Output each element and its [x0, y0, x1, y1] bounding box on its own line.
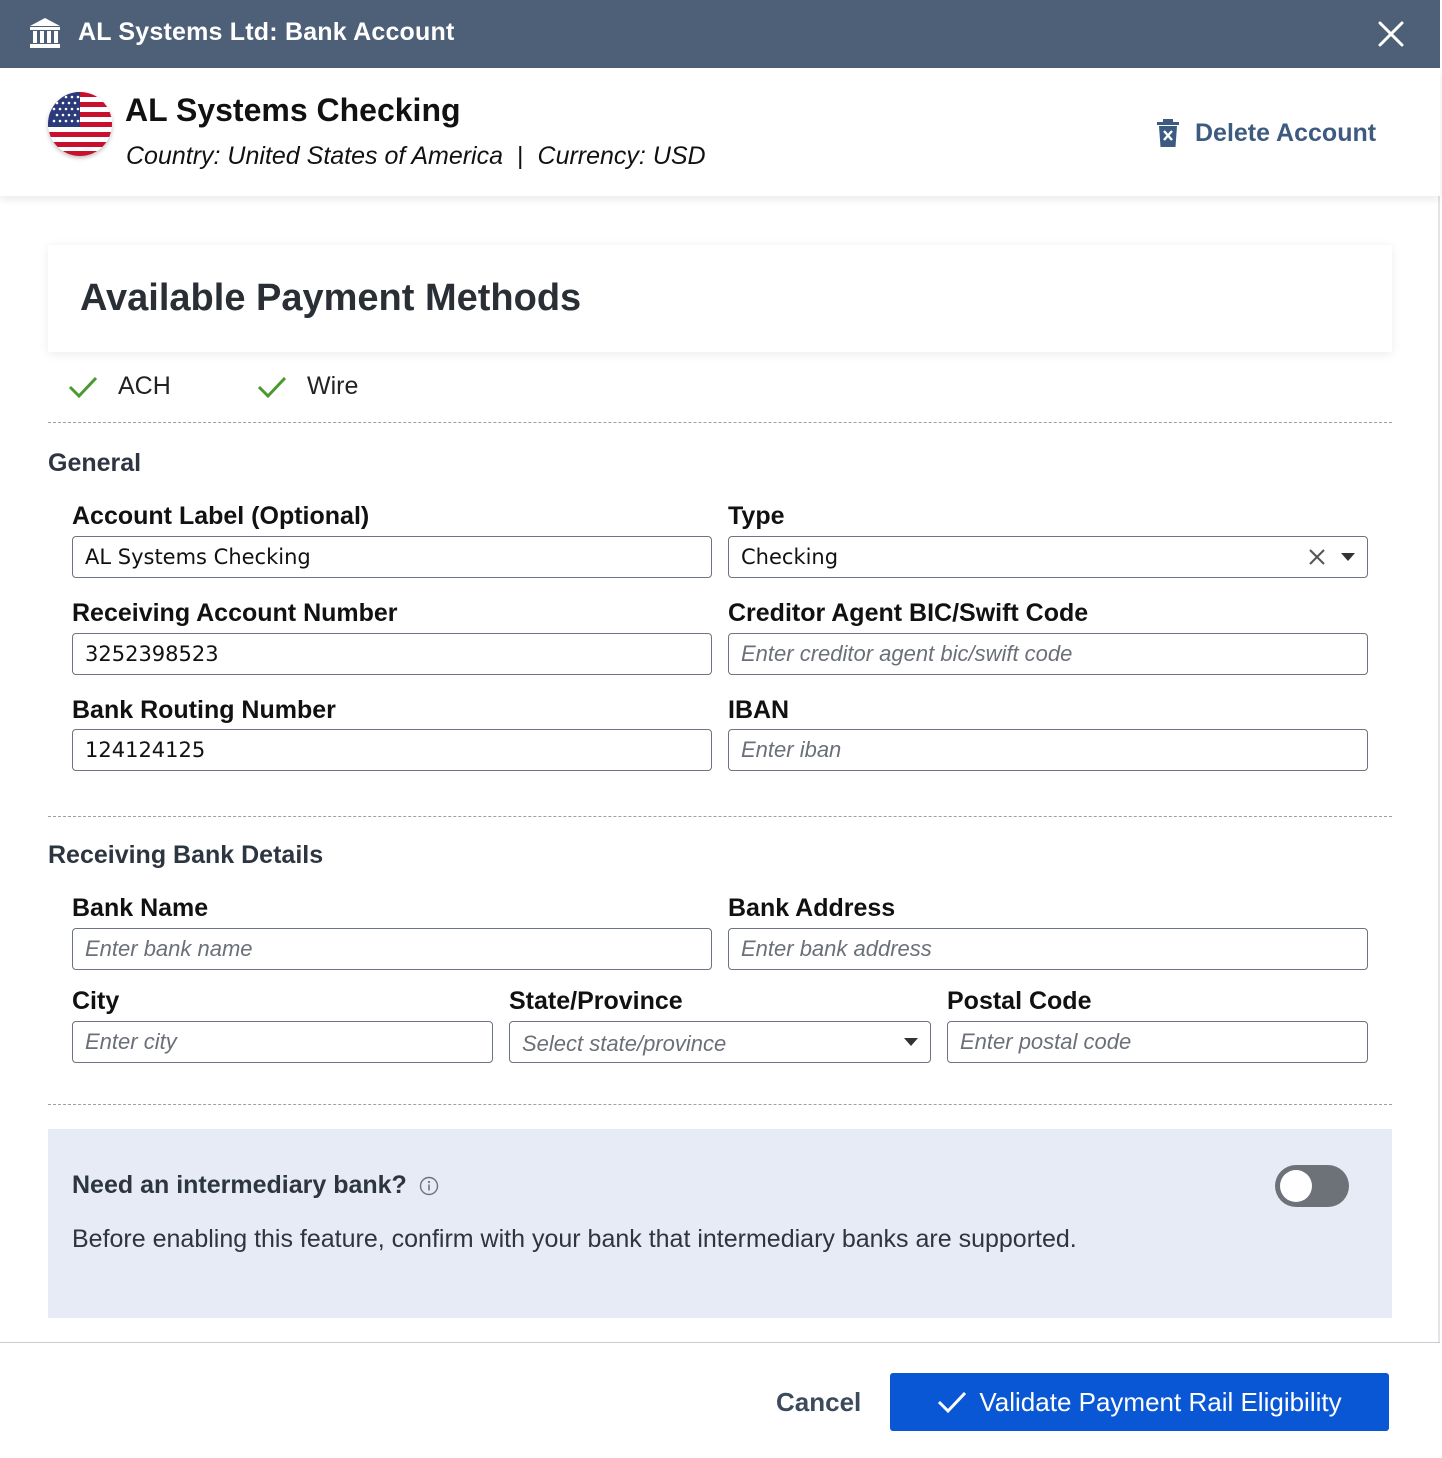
iban-field[interactable]: [728, 729, 1368, 771]
validate-button-label: Validate Payment Rail Eligibility: [979, 1386, 1342, 1417]
delete-account-label: Delete Account: [1195, 118, 1377, 147]
trash-icon: [1157, 119, 1179, 147]
postal-label: Postal Code: [947, 987, 1092, 1015]
account-label-input[interactable]: [73, 537, 711, 577]
check-icon: [68, 376, 98, 398]
bank-address-label: Bank Address: [728, 894, 896, 922]
payment-methods-heading: Available Payment Methods: [80, 277, 582, 319]
account-country: Country: United States of America: [126, 142, 504, 170]
section-divider: [48, 422, 1392, 423]
modal-title-bar: AL Systems Ltd: Bank Account: [0, 0, 1440, 68]
bank-account-modal: AL Systems Ltd: Bank Account AL Systems …: [0, 0, 1440, 1458]
info-icon[interactable]: [419, 1176, 439, 1196]
account-label-label: Account Label (Optional): [72, 502, 370, 530]
chevron-down-icon[interactable]: [904, 1038, 918, 1046]
intermediary-description: Before enabling this feature, confirm wi…: [72, 1225, 1077, 1253]
payment-method-label: Wire: [307, 372, 359, 400]
payment-method-label: ACH: [118, 372, 171, 400]
bank-name-label: Bank Name: [72, 894, 209, 922]
state-placeholder: Select state/province: [522, 1031, 727, 1056]
check-icon: [938, 1391, 967, 1414]
bank-icon: [30, 18, 60, 48]
type-selected-value: Checking: [741, 545, 839, 569]
iban-input[interactable]: [729, 730, 1367, 770]
intermediary-bank-panel: Need an intermediary bank? Before enabli…: [48, 1129, 1392, 1318]
clear-icon[interactable]: [1307, 547, 1327, 567]
city-input[interactable]: [73, 1022, 492, 1062]
meta-separator: |: [517, 142, 524, 170]
state-label: State/Province: [509, 987, 683, 1015]
city-label: City: [72, 987, 120, 1015]
general-section-title: General: [48, 449, 142, 477]
account-currency: Currency: USD: [537, 142, 706, 170]
account-name: AL Systems Checking: [125, 92, 461, 128]
section-divider: [48, 816, 1392, 817]
routing-label: Bank Routing Number: [72, 696, 336, 724]
receiving-account-input[interactable]: [73, 634, 711, 674]
validate-button[interactable]: Validate Payment Rail Eligibility: [890, 1373, 1389, 1431]
payment-method-ach: ACH: [68, 372, 171, 401]
routing-input[interactable]: [73, 730, 711, 770]
intermediary-question-text: Need an intermediary bank?: [72, 1171, 407, 1199]
iban-label: IBAN: [728, 696, 790, 724]
bank-name-input[interactable]: [73, 929, 711, 969]
city-field[interactable]: [72, 1021, 493, 1063]
postal-field[interactable]: [947, 1021, 1368, 1063]
receiving-account-field[interactable]: [72, 633, 712, 675]
chevron-down-icon[interactable]: [1341, 553, 1355, 561]
receiving-account-label: Receiving Account Number: [72, 599, 398, 627]
account-header: AL Systems Checking Country: United Stat…: [0, 68, 1440, 196]
account-meta: Country: United States of America | Curren…: [126, 142, 706, 171]
payment-methods-card: Available Payment Methods: [48, 245, 1392, 352]
bank-address-input[interactable]: [729, 929, 1367, 969]
modal-title: AL Systems Ltd: Bank Account: [78, 18, 455, 46]
check-icon: [257, 376, 287, 398]
payment-method-wire: Wire: [257, 372, 358, 401]
routing-field[interactable]: [72, 729, 712, 771]
delete-account-button[interactable]: Delete Account: [1155, 116, 1376, 150]
modal-footer: Cancel Validate Payment Rail Eligibility: [0, 1342, 1440, 1458]
bank-name-field[interactable]: [72, 928, 712, 970]
postal-input[interactable]: [948, 1022, 1367, 1062]
bic-input[interactable]: [729, 634, 1367, 674]
bic-label: Creditor Agent BIC/Swift Code: [728, 599, 1089, 627]
state-select[interactable]: Select state/province: [509, 1021, 931, 1063]
us-flag-icon: [48, 92, 112, 156]
bank-address-field[interactable]: [728, 928, 1368, 970]
cancel-button[interactable]: Cancel: [776, 1387, 861, 1418]
intermediary-question: Need an intermediary bank?: [72, 1171, 439, 1200]
account-label-field[interactable]: [72, 536, 712, 578]
type-label: Type: [728, 502, 785, 530]
bank-details-section-title: Receiving Bank Details: [48, 841, 324, 869]
toggle-knob: [1280, 1170, 1312, 1202]
section-divider: [48, 1104, 1392, 1105]
intermediary-toggle[interactable]: [1275, 1165, 1349, 1207]
bic-field[interactable]: [728, 633, 1368, 675]
type-select[interactable]: Checking: [728, 536, 1368, 578]
close-icon[interactable]: [1375, 18, 1407, 50]
